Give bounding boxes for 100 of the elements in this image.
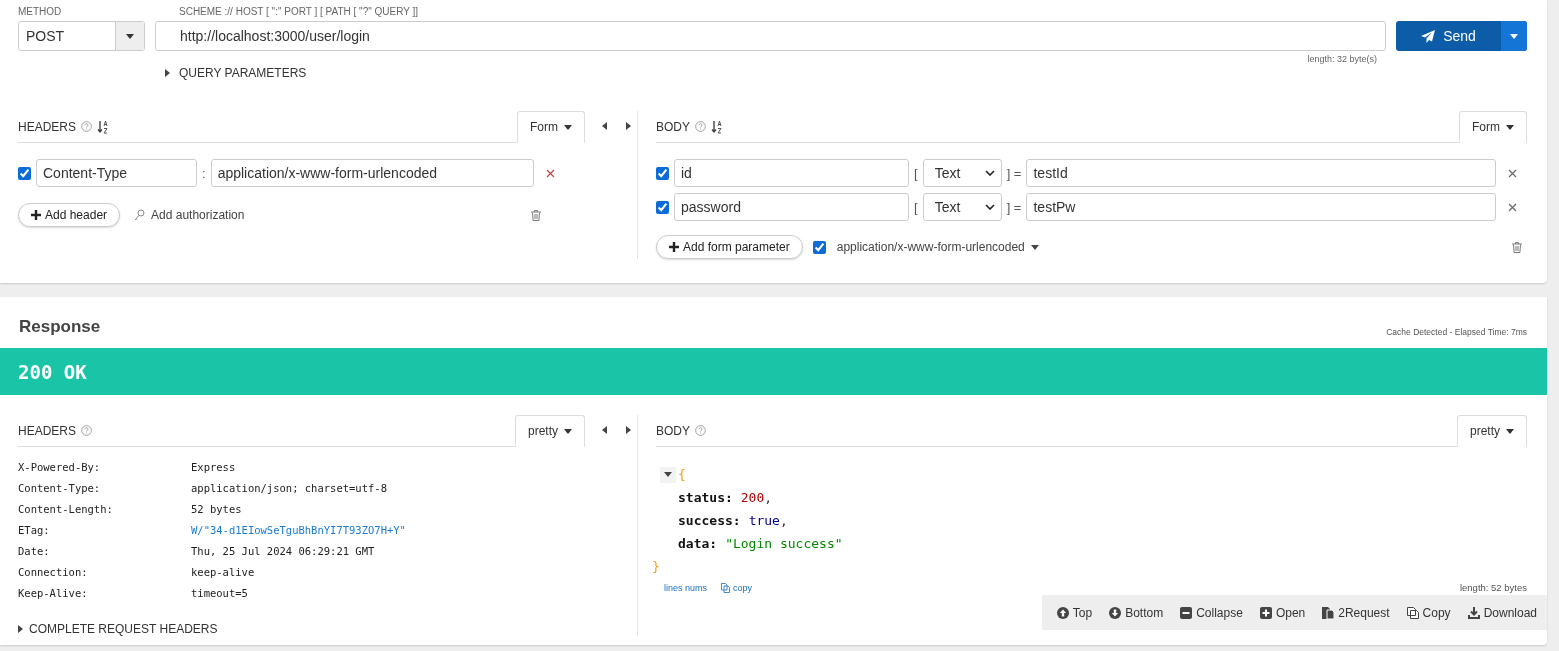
parameter-checkbox[interactable]	[656, 166, 669, 180]
copy-icon	[1406, 606, 1419, 619]
url-field[interactable]: http://localhost:3000/user/login	[155, 21, 1386, 51]
pretty-dropdown[interactable]: pretty	[515, 415, 585, 447]
method-dropdown[interactable]: POST	[18, 21, 145, 51]
add-form-parameter-button[interactable]: Add form parameter	[656, 235, 803, 259]
triangle-icon[interactable]	[626, 426, 631, 434]
chevron-icon	[984, 204, 995, 210]
download-icon	[1467, 606, 1480, 619]
header-name: X-Powered-By:	[18, 460, 102, 475]
caret-icon	[1030, 244, 1039, 250]
plus-icon	[31, 210, 41, 220]
caret-icon	[564, 428, 572, 434]
lines-nums-link[interactable]: lines nums	[664, 582, 708, 593]
plus-icon	[669, 242, 679, 252]
toolbar-button[interactable]: Open	[1259, 605, 1306, 620]
type-dropdown[interactable]: Text	[922, 159, 1002, 187]
json-brace: {	[678, 466, 686, 484]
triangle-icon[interactable]	[602, 426, 607, 434]
sort-icon[interactable]	[711, 119, 723, 134]
complete-request-headers-toggle[interactable]: COMPLETE REQUEST HEADERS	[29, 622, 218, 636]
parameter-name-field[interactable]: password	[674, 193, 909, 221]
close-icon[interactable]	[545, 168, 555, 178]
url-label: SCHEME :// HOST [ ":" PORT ] [ PATH [ "?" QUERY ]]	[179, 6, 419, 17]
type-dropdown[interactable]: Text	[922, 193, 1002, 221]
sort-icon[interactable]	[97, 119, 109, 134]
minus-icon	[1180, 606, 1193, 619]
bracket-text: [	[913, 199, 919, 215]
close-icon[interactable]	[1508, 202, 1518, 212]
copy-icon	[721, 582, 731, 593]
triangle-icon[interactable]	[18, 625, 23, 633]
header-value: Express	[191, 460, 237, 475]
bracket-equals-text: ] =	[1005, 165, 1023, 181]
header-value: 52 bytes	[191, 502, 243, 517]
toolbar-button[interactable]: Top	[1056, 605, 1093, 620]
header-name: Content-Length:	[18, 502, 114, 517]
parameter-value-field[interactable]: testId	[1026, 159, 1497, 187]
header-value: Thu, 25 Jul 2024 06:29:21 GMT	[191, 544, 376, 559]
parameter-value-field[interactable]: testPw	[1026, 193, 1497, 221]
header-value: application/json; charset=utf-8	[191, 481, 388, 496]
plus-icon	[1259, 606, 1272, 619]
triangle-icon[interactable]	[165, 69, 170, 77]
form-dropdown[interactable]: Form	[517, 111, 585, 143]
header-value-link[interactable]: W/"34-d1EIowSeTguBhBnYI7T93ZO7H+Y"	[191, 520, 406, 541]
header-name-field[interactable]: Content-Type	[36, 159, 197, 187]
json-key: status:	[678, 486, 733, 509]
toolbar-button[interactable]: Collapse	[1180, 605, 1243, 620]
toolbar-button[interactable]: Copy	[1406, 605, 1451, 620]
body-title: BODY	[656, 423, 690, 438]
colon-text: :	[201, 165, 207, 181]
json-value: true,	[748, 512, 788, 530]
form-dropdown[interactable]: Form	[1459, 111, 1527, 143]
header-checkbox[interactable]	[18, 166, 31, 180]
copy-link[interactable]: copy	[733, 582, 753, 593]
send-button[interactable]: Send	[1396, 21, 1527, 51]
toolbar-button[interactable]: Download	[1467, 605, 1537, 620]
header-name: Keep-Alive:	[18, 586, 89, 601]
close-icon[interactable]	[1508, 168, 1518, 178]
headers-title: HEADERS	[18, 423, 76, 438]
length-text: length: 32 byte(s)	[1306, 54, 1378, 64]
caret-icon	[564, 124, 572, 130]
header-name: Date:	[18, 544, 51, 559]
method-label: METHOD	[18, 6, 63, 17]
help-icon	[81, 121, 92, 132]
headers-title: HEADERS	[18, 119, 76, 134]
toolbar-button[interactable]: Bottom	[1109, 605, 1164, 620]
body-title: BODY	[656, 119, 690, 134]
triangle-icon[interactable]	[626, 122, 631, 130]
header-name: ETag:	[18, 523, 51, 538]
header-name: Connection:	[18, 565, 89, 580]
json-value: 200,	[740, 489, 773, 507]
help-icon	[695, 121, 706, 132]
triangle-icon[interactable]	[602, 122, 607, 130]
query-parameters-toggle[interactable]: QUERY PARAMETERS	[179, 66, 307, 80]
caret-icon	[126, 33, 134, 39]
status-text: 200 OK	[18, 360, 87, 383]
json-key: success:	[678, 509, 741, 532]
content-type-dropdown[interactable]: application/x-www-form-urlencoded	[836, 240, 1025, 254]
json-brace: }	[652, 558, 660, 576]
header-value: keep-alive	[191, 565, 256, 580]
pretty-dropdown[interactable]: pretty	[1457, 415, 1527, 447]
arrow-down-icon	[1109, 606, 1122, 619]
add-authorization-link[interactable]: Add authorization	[151, 208, 245, 222]
arrow-up-icon	[1056, 606, 1069, 619]
trash-icon[interactable]	[531, 209, 541, 221]
collapse-caret-icon	[664, 472, 672, 477]
json-key: data:	[678, 532, 718, 555]
header-value-field[interactable]: application/x-www-form-urlencoded	[210, 159, 534, 187]
toolbar-button[interactable]: 2Request	[1322, 605, 1390, 620]
parameter-name-field[interactable]: id	[674, 159, 909, 187]
caret-icon	[1506, 124, 1514, 130]
paper-plane-icon	[1421, 29, 1436, 43]
trash-icon[interactable]	[1512, 241, 1522, 253]
add-header-button[interactable]: Add header	[18, 203, 121, 227]
documents-icon	[1322, 606, 1335, 619]
help-icon	[81, 425, 92, 436]
header-name: Content-Type:	[18, 481, 102, 496]
caret-icon	[1510, 33, 1518, 39]
content-type-checkbox[interactable]	[812, 240, 826, 254]
parameter-checkbox[interactable]	[656, 200, 669, 214]
